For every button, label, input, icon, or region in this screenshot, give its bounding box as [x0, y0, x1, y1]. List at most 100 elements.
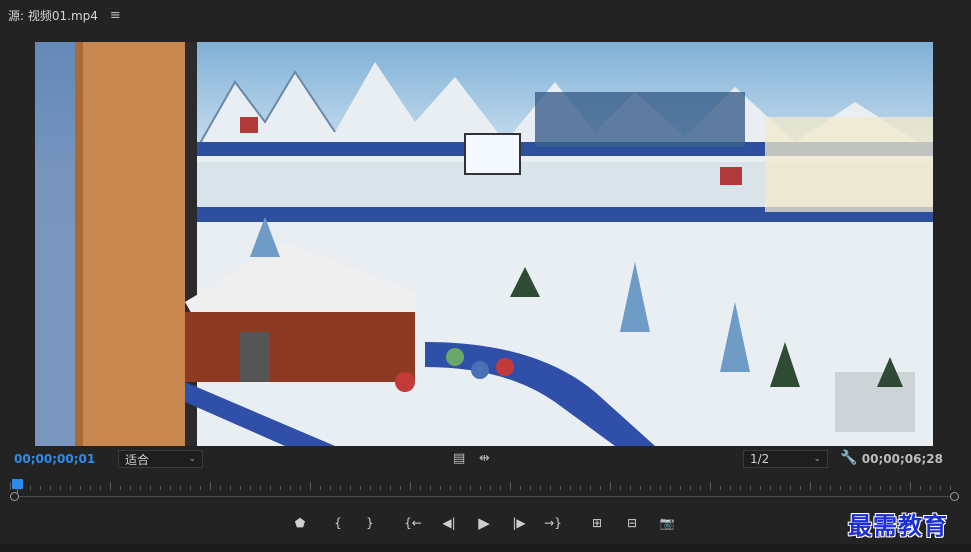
ruler-tick: [750, 486, 751, 490]
zoom-select-value: 适合: [125, 452, 150, 467]
ruler-tick: [880, 486, 881, 490]
ruler-tick: [640, 486, 641, 490]
ruler-tick: [940, 486, 941, 490]
zoom-scroll-track[interactable]: [14, 496, 955, 497]
ruler-tick: [610, 482, 611, 490]
step-forward-icon: |▶: [512, 516, 526, 530]
ruler-tick: [720, 486, 721, 490]
ruler-tick: [560, 486, 561, 490]
zoom-scroll-left-handle[interactable]: [10, 492, 19, 501]
ruler-tick: [500, 486, 501, 490]
ruler-tick: [300, 486, 301, 490]
ruler-tick: [450, 486, 451, 490]
ruler-tick: [400, 486, 401, 490]
ruler-tick: [70, 486, 71, 490]
ruler-tick: [530, 486, 531, 490]
ruler-tick: [380, 486, 381, 490]
zoom-scroll-right-handle[interactable]: [950, 492, 959, 501]
duration-timecode: 00;00;06;28: [861, 452, 943, 466]
video-preview: [35, 42, 933, 446]
ruler-tick: [390, 486, 391, 490]
step-back-button[interactable]: ◀|: [438, 512, 460, 534]
ruler-tick: [200, 486, 201, 490]
zoom-select[interactable]: 适合 ⌄: [118, 450, 203, 468]
ruler-tick: [120, 486, 121, 490]
ruler-tick: [680, 486, 681, 490]
ruler-tick: [670, 486, 671, 490]
ruler-tick: [100, 486, 101, 490]
overwrite-button[interactable]: ⊟: [621, 512, 643, 534]
ruler-tick: [860, 486, 861, 490]
ruler-tick: [270, 486, 271, 490]
export-frame-icon: 📷: [659, 516, 675, 530]
ruler-tick: [320, 486, 321, 490]
add-marker-button[interactable]: ⬟: [289, 512, 311, 534]
ruler-tick: [790, 486, 791, 490]
ruler-tick: [510, 482, 511, 490]
ruler-tick: [650, 486, 651, 490]
ruler-tick: [290, 486, 291, 490]
ruler-tick: [280, 486, 281, 490]
safe-margins-icon[interactable]: ▤: [453, 451, 465, 466]
bottom-bar: [0, 544, 971, 552]
ruler-tick: [930, 486, 931, 490]
ruler-tick: [520, 486, 521, 490]
ruler-tick: [570, 486, 571, 490]
ruler-tick: [660, 486, 661, 490]
step-forward-button[interactable]: |▶: [508, 512, 530, 534]
hamburger-menu-icon[interactable]: ≡: [110, 8, 121, 23]
ruler-tick: [820, 486, 821, 490]
play-button[interactable]: ▶: [473, 512, 495, 534]
transport-controls: ⬟ {} {← ◀| ▶ |▶ →} ⊞ ⊟ 📷: [0, 512, 971, 534]
ruler-tick: [80, 486, 81, 490]
ruler-tick: [130, 486, 131, 490]
ruler-tick: [730, 486, 731, 490]
mark-out-button[interactable]: }: [359, 512, 381, 534]
export-frame-button[interactable]: 📷: [656, 512, 678, 534]
current-timecode[interactable]: 00;00;00;01: [14, 452, 95, 466]
go-to-out-button[interactable]: →}: [542, 512, 564, 534]
ruler-tick: [160, 486, 161, 490]
ruler-tick: [540, 486, 541, 490]
ruler-tick: [620, 486, 621, 490]
ruler-tick: [740, 486, 741, 490]
ruler-tick: [250, 486, 251, 490]
ruler-tick: [360, 486, 361, 490]
chevron-down-icon: ⌄: [188, 454, 196, 464]
ruler-tick: [910, 482, 911, 490]
drag-video-icon[interactable]: ⇹: [479, 451, 490, 466]
ruler-tick: [830, 486, 831, 490]
ruler-tick: [760, 486, 761, 490]
ruler-tick: [330, 486, 331, 490]
go-to-in-button[interactable]: {←: [402, 512, 424, 534]
ruler-tick: [690, 486, 691, 490]
ruler-tick: [60, 486, 61, 490]
ruler-tick: [430, 486, 431, 490]
ruler-tick: [590, 486, 591, 490]
ruler-tick: [480, 486, 481, 490]
ruler-tick: [710, 482, 711, 490]
ruler-tick: [340, 486, 341, 490]
insert-button[interactable]: ⊞: [586, 512, 608, 534]
ruler-tick: [870, 486, 871, 490]
ruler-tick: [440, 486, 441, 490]
play-icon: ▶: [478, 514, 490, 532]
time-ruler[interactable]: [10, 478, 958, 494]
ruler-tick: [240, 486, 241, 490]
chevron-down-icon: ⌄: [813, 454, 821, 464]
ruler-tick: [230, 486, 231, 490]
ruler-tick: [40, 486, 41, 490]
playhead[interactable]: [12, 479, 23, 489]
mark-in-button[interactable]: {: [327, 512, 349, 534]
ruler-tick: [600, 486, 601, 490]
ruler-tick: [210, 482, 211, 490]
ruler-tick: [260, 486, 261, 490]
ruler-tick: [770, 486, 771, 490]
resolution-select[interactable]: 1/2 ⌄: [743, 450, 828, 468]
wrench-icon[interactable]: 🔧: [840, 450, 857, 466]
ruler-tick: [180, 486, 181, 490]
ruler-tick: [850, 486, 851, 490]
panel-title[interactable]: 源: 视频01.mp4: [8, 7, 98, 24]
ruler-tick: [420, 486, 421, 490]
ruler-tick: [10, 482, 11, 490]
